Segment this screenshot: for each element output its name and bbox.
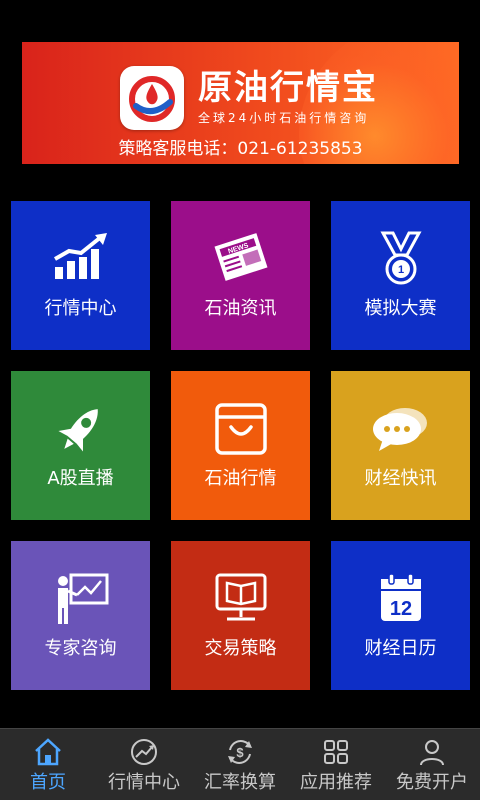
- tile-finance-flash[interactable]: 财经快讯: [331, 371, 470, 520]
- app-logo: [120, 66, 184, 130]
- calendar-icon: 12: [380, 573, 421, 621]
- nav-label: 行情中心: [108, 772, 180, 793]
- nav-market-center[interactable]: 行情中心: [96, 729, 192, 800]
- tile-a-share-live[interactable]: A股直播: [11, 371, 150, 520]
- tile-label: 财经快讯: [364, 468, 437, 489]
- medal-icon: 1: [379, 231, 422, 285]
- tile-label: 财经日历: [364, 638, 437, 659]
- nav-exchange-rate[interactable]: $ 汇率换算: [192, 729, 288, 800]
- nav-label: 汇率换算: [204, 772, 276, 793]
- tile-market-center[interactable]: 行情中心: [11, 201, 150, 350]
- home-icon: [35, 738, 61, 766]
- svg-text:1: 1: [397, 264, 403, 276]
- shopping-bag-icon: [214, 403, 267, 455]
- nav-open-account[interactable]: 免费开户: [384, 729, 480, 800]
- app-grid-icon: [324, 740, 348, 764]
- tile-expert-consult[interactable]: 专家咨询: [11, 541, 150, 690]
- nav-label: 应用推荐: [300, 772, 372, 793]
- tile-label: 交易策略: [204, 638, 277, 659]
- promo-banner[interactable]: 原油行情宝 全球24小时石油行情咨询 策略客服电话：021-61235853: [22, 42, 459, 164]
- rocket-icon: [57, 409, 98, 452]
- currency-exchange-icon: $: [228, 740, 252, 764]
- newspaper-icon: NEWS: [214, 233, 267, 281]
- tile-label: 石油资讯: [204, 298, 277, 319]
- presenter-board-icon: [57, 573, 108, 624]
- rising-chart-icon: [53, 233, 107, 279]
- tile-label: A股直播: [47, 468, 114, 489]
- tile-simulated-contest[interactable]: 1 模拟大赛: [331, 201, 470, 350]
- calendar-day-number: 12: [389, 598, 411, 620]
- tile-label: 模拟大赛: [364, 298, 437, 319]
- tile-oil-market[interactable]: 石油行情: [171, 371, 310, 520]
- tile-label: 行情中心: [44, 298, 117, 319]
- tile-finance-calendar[interactable]: 12 财经日历: [331, 541, 470, 690]
- app-title: 原油行情宝: [198, 68, 378, 108]
- nav-app-recommend[interactable]: 应用推荐: [288, 729, 384, 800]
- bottom-navigation: 首页 行情中心 $ 汇率换算 应用推荐 免费开户: [0, 728, 480, 800]
- user-icon: [420, 740, 444, 766]
- svg-text:$: $: [236, 745, 244, 760]
- nav-home[interactable]: 首页: [0, 729, 96, 800]
- app-tagline: 全球24小时石油行情咨询: [198, 111, 370, 125]
- tile-oil-news[interactable]: NEWS 石油资讯: [171, 201, 310, 350]
- home-screen: 原油行情宝 全球24小时石油行情咨询 策略客服电话：021-61235853 行…: [0, 0, 480, 800]
- nav-label: 首页: [30, 772, 66, 793]
- tile-label: 专家咨询: [44, 638, 117, 659]
- chat-bubbles-icon: [372, 408, 427, 451]
- tile-label: 石油行情: [204, 468, 277, 489]
- tile-trading-strategy[interactable]: 交易策略: [171, 541, 310, 690]
- nav-label: 免费开户: [396, 772, 468, 793]
- book-monitor-icon: [215, 573, 266, 621]
- trend-circle-icon: [131, 739, 157, 765]
- oil-drop-logo-icon: [129, 76, 175, 122]
- service-hotline[interactable]: 策略客服电话：021-61235853: [22, 138, 459, 160]
